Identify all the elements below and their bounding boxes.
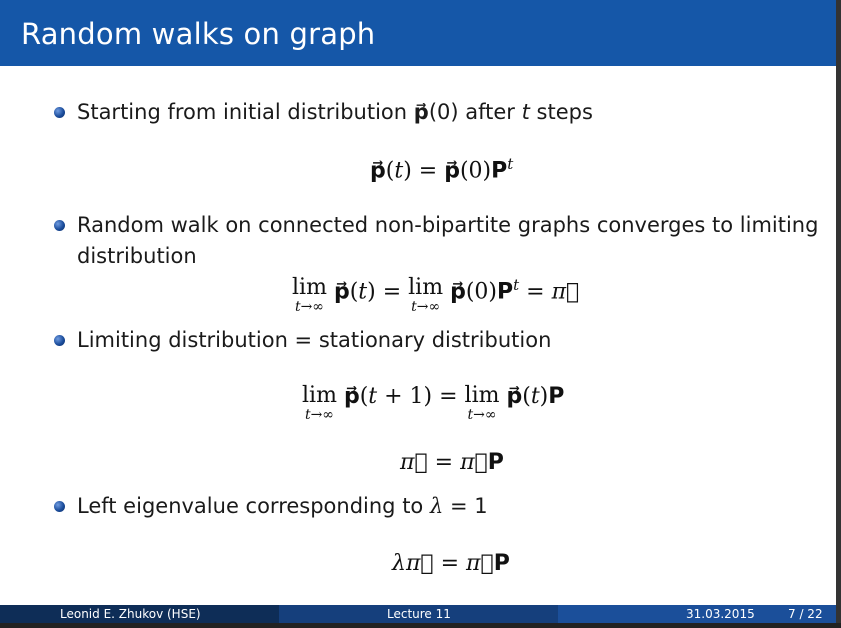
slide-shadow-right [836,0,841,628]
bullet-icon [54,107,65,118]
footer-lecture-panel: Lecture 11 [279,605,558,623]
footer-lecture: Lecture 11 [387,607,451,621]
bullet-text-3: Limiting distribution = stationary distr… [77,328,552,352]
footer-page-number: 7 / 22 [788,607,823,621]
bullet-text-2: Random walk on connected non-bipartite g… [77,213,819,268]
slide-shadow-bottom [0,623,841,628]
slide-title: Random walks on graph [21,17,376,51]
footer-date: 31.03.2015 [686,607,755,621]
bullet-icon [54,220,65,231]
footer-date-panel: 31.03.2015 7 / 22 [558,605,836,623]
bullet-icon [54,335,65,346]
bullet-text-1: Starting from initial distribution p⃗(0)… [77,100,593,124]
bullet-icon [54,501,65,512]
formula-4: π⃗ = π⃗P [400,450,504,475]
footer-author-panel: Leonid E. Zhukov (HSE) [0,605,279,623]
formula-2: lim t→∞ p⃗(t) = lim t→∞ p⃗(0)Pt = π⃗ [292,275,580,315]
bullet-text-4: Left eigenvalue corresponding to λ = 1 [77,494,488,518]
formula-3: lim t→∞ p⃗(t + 1) = lim t→∞ p⃗(t)P [302,383,565,423]
formula-5: λπ⃗ = π⃗P [392,551,510,576]
title-bar: Random walks on graph [0,0,836,66]
formula-1: p⃗(t) = p⃗(0)Pt [370,155,514,184]
footer-author: Leonid E. Zhukov (HSE) [60,607,201,621]
